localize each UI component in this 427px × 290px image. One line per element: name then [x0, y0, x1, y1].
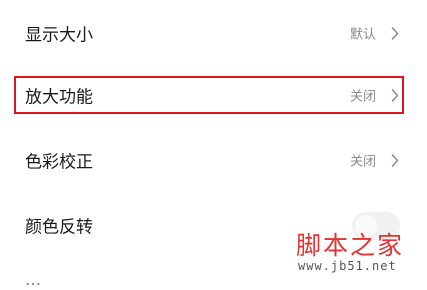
setting-value: 默认 — [349, 27, 376, 43]
cutoff-row-label: ... — [25, 270, 42, 290]
chevron-right-icon — [391, 89, 399, 102]
setting-label: 显示大小 — [25, 25, 93, 46]
setting-value: 关闭 — [349, 154, 376, 170]
watermark-url: www.jb51.net — [298, 259, 397, 273]
chevron-right-icon — [391, 27, 399, 40]
chevron-right-icon — [391, 154, 399, 167]
setting-label: 颜色反转 — [25, 217, 93, 238]
setting-row-color-correction[interactable]: 色彩校正 关闭 — [0, 128, 427, 192]
accessibility-settings-list: 显示大小 默认 放大功能 关闭 色彩校正 关闭 颜色反转 ... 脚本之家 ww… — [0, 0, 427, 290]
setting-row-magnification[interactable]: 放大功能 关闭 — [0, 63, 427, 127]
setting-label: 色彩校正 — [25, 152, 93, 173]
watermark: 脚本之家 www.jb51.net — [296, 226, 418, 278]
setting-label: 放大功能 — [25, 87, 93, 108]
setting-value: 关闭 — [349, 89, 376, 105]
watermark-title: 脚本之家 — [296, 231, 405, 260]
setting-row-display-size[interactable]: 显示大小 默认 — [0, 1, 427, 65]
